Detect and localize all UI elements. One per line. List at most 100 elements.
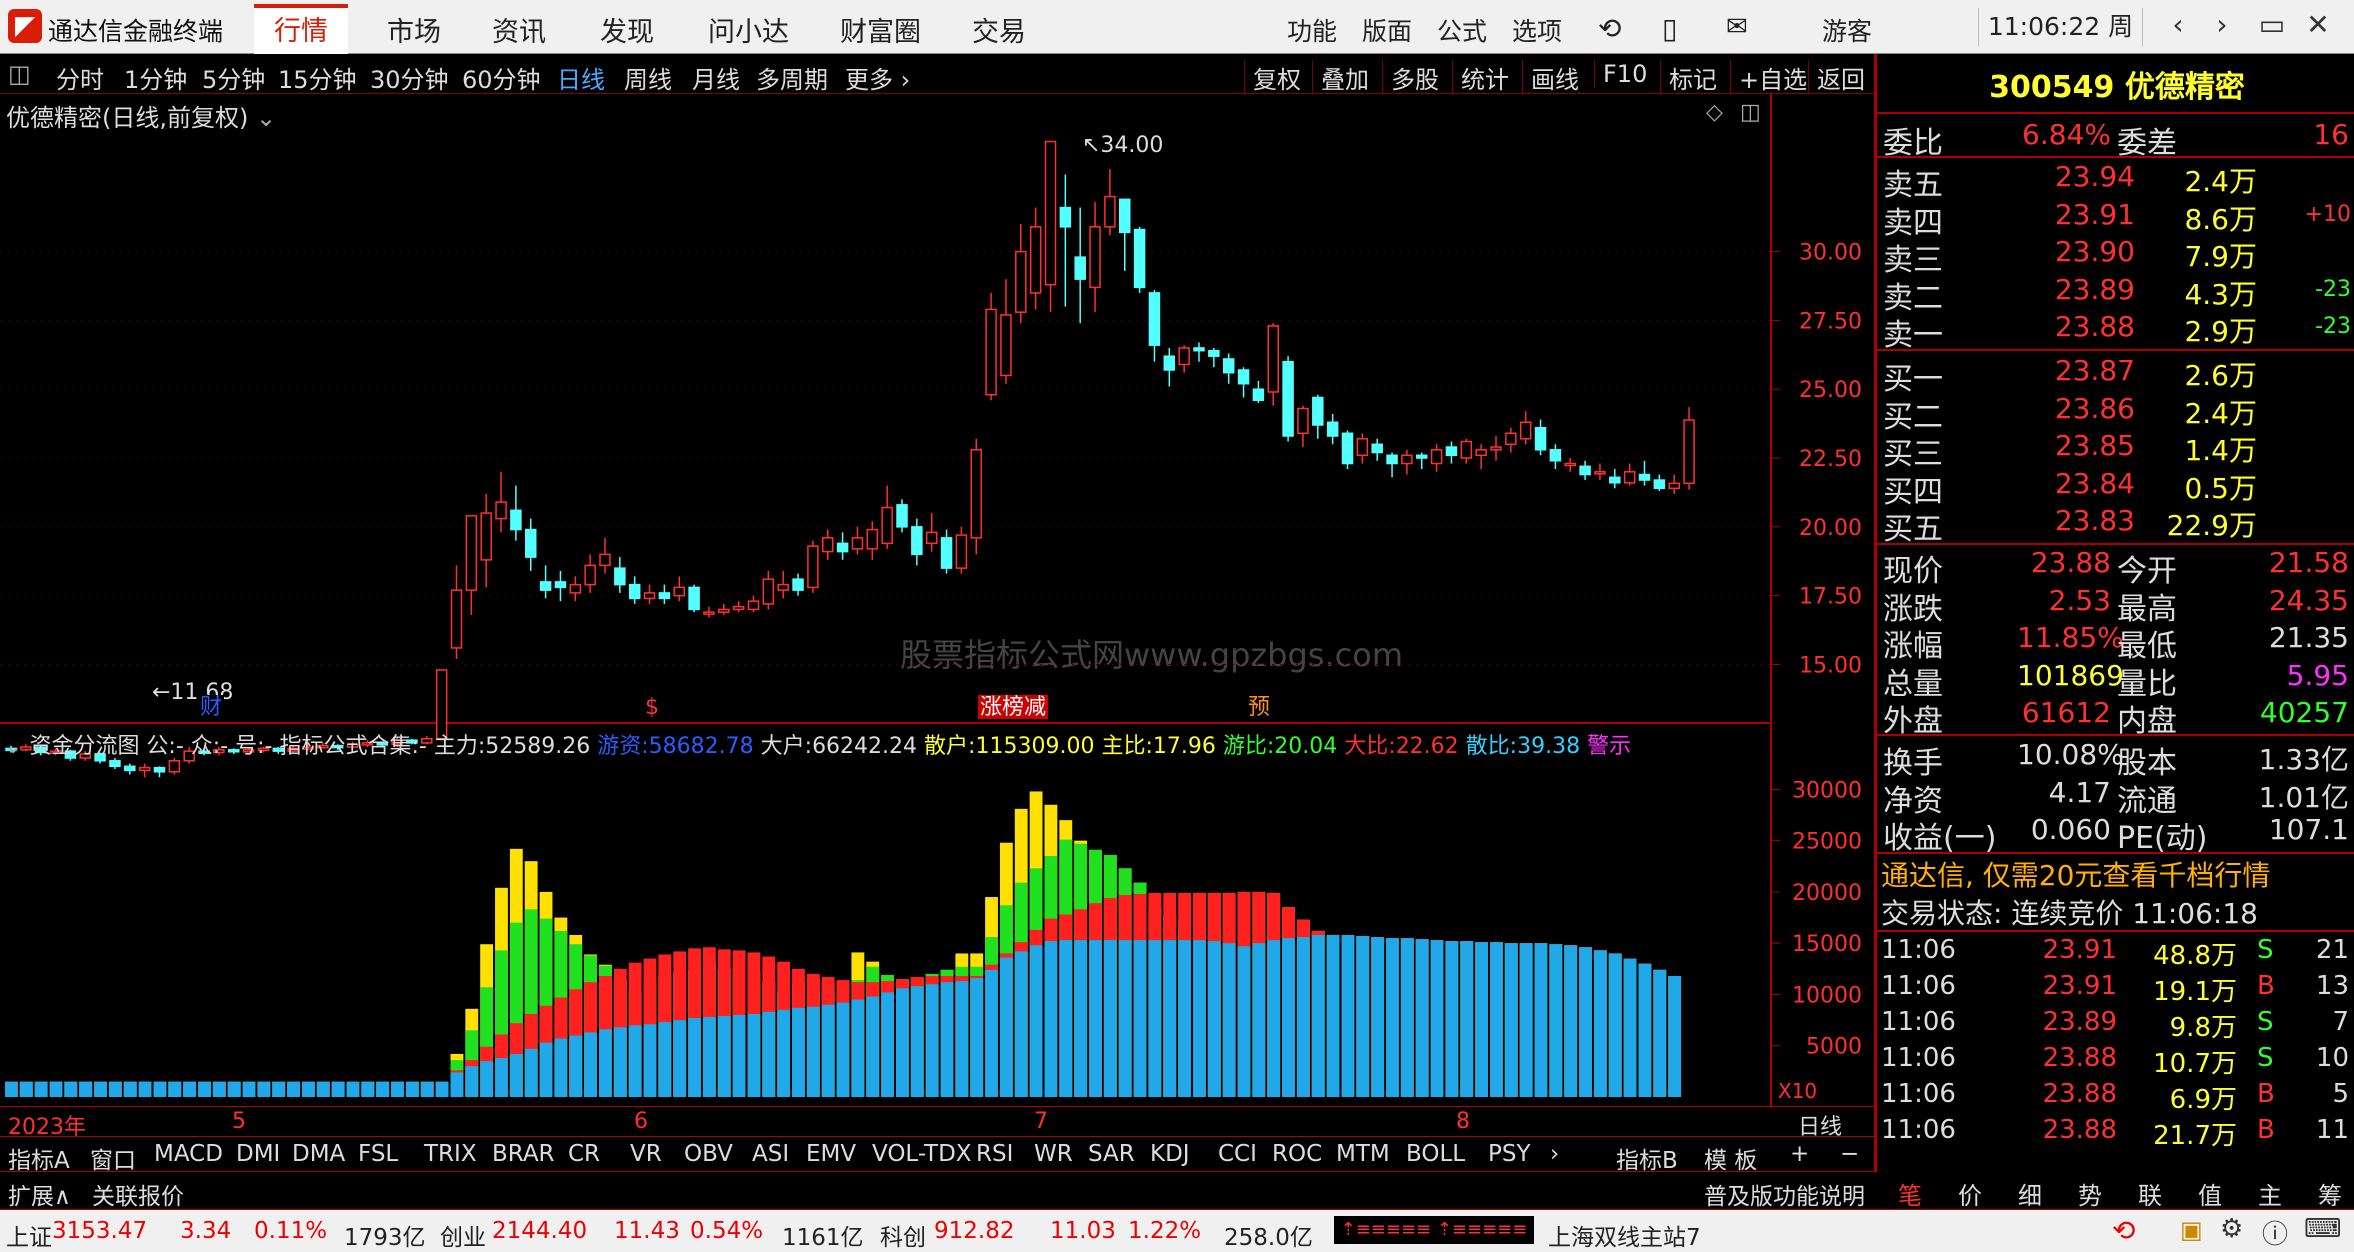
collapse-icon[interactable]: ⌄ — [4, 734, 22, 759]
candle-body[interactable] — [822, 537, 834, 553]
candle-body[interactable] — [1089, 226, 1101, 289]
return-button[interactable]: 返回 — [1808, 60, 1865, 95]
refresh-icon[interactable]: ⟲ — [1598, 12, 1621, 45]
menu-tab-quotes[interactable]: 行情 — [254, 4, 348, 54]
candle-body[interactable] — [703, 611, 715, 615]
period-30min[interactable]: 30分钟 — [370, 60, 449, 95]
period-1min[interactable]: 1分钟 — [124, 60, 187, 95]
candle-body[interactable] — [658, 592, 671, 600]
candle-body[interactable] — [1564, 462, 1576, 467]
popular-edition-button[interactable]: 普及版功能说明 — [1704, 1177, 1865, 1211]
candle-body[interactable] — [1416, 454, 1428, 459]
menu-formula[interactable]: 公式 — [1437, 12, 1487, 48]
candle-body[interactable] — [1371, 443, 1383, 454]
candle-body[interactable] — [584, 564, 596, 586]
candle-body[interactable] — [732, 605, 745, 611]
menu-tab-ask[interactable]: 问小达 — [708, 10, 789, 49]
candle-body[interactable] — [168, 760, 181, 773]
related-quotes-button[interactable]: 关联报价 — [92, 1177, 184, 1211]
forward-icon[interactable]: › — [2200, 8, 2244, 41]
close-icon[interactable]: ✕ — [2296, 8, 2340, 41]
candle-body[interactable] — [1445, 446, 1458, 457]
guest-user[interactable]: 游客 — [1822, 12, 1872, 48]
candle-body[interactable] — [1668, 482, 1680, 490]
candle-body[interactable] — [925, 531, 938, 545]
candle-body[interactable] — [1549, 449, 1562, 462]
candle-body[interactable] — [643, 592, 656, 600]
settings-icon[interactable]: ⚙ — [2220, 1214, 2243, 1244]
candle-body[interactable] — [1222, 358, 1235, 374]
candle-body[interactable] — [153, 766, 166, 773]
candle-body[interactable] — [1312, 396, 1324, 426]
candle-body[interactable] — [688, 586, 700, 611]
candle-body[interactable] — [1638, 473, 1651, 481]
f10-button[interactable]: F10 — [1594, 60, 1647, 88]
candle-body[interactable] — [911, 526, 923, 556]
candle-body[interactable] — [1356, 438, 1369, 457]
candle-body[interactable] — [1148, 292, 1161, 346]
adjust-button[interactable]: 复权 — [1244, 60, 1301, 95]
candle-body[interactable] — [450, 589, 463, 649]
quote-tab-0[interactable]: 笔 — [1886, 1176, 1934, 1213]
candle-body[interactable] — [1000, 314, 1012, 377]
candle-body[interactable] — [866, 528, 879, 550]
candle-body[interactable] — [940, 537, 953, 569]
candle-body[interactable] — [777, 583, 789, 591]
period-daily[interactable]: 日线 — [557, 60, 605, 95]
candle-body[interactable] — [1029, 226, 1042, 294]
candle-body[interactable] — [510, 509, 522, 531]
candle-body[interactable] — [881, 506, 893, 545]
candle-body[interactable] — [569, 583, 582, 594]
quote-tab-1[interactable]: 价 — [1946, 1176, 1994, 1211]
server-name[interactable]: 上海双线主站7 — [1548, 1218, 1701, 1252]
candle-body[interactable] — [1609, 476, 1621, 484]
candle-body[interactable] — [1490, 446, 1502, 451]
period-15min[interactable]: 15分钟 — [278, 60, 357, 95]
indicator-tab-5[interactable]: FSL — [358, 1141, 398, 1167]
menu-tab-wealth[interactable]: 财富圈 — [840, 10, 921, 49]
indicator-tab-15[interactable]: WR — [1034, 1141, 1073, 1167]
candle-body[interactable] — [955, 534, 968, 569]
candle-body[interactable] — [554, 581, 567, 589]
candle-body[interactable] — [718, 608, 730, 613]
phone-icon[interactable]: ▯ — [1662, 12, 1677, 45]
candle-body[interactable] — [1475, 449, 1487, 457]
overlay-button[interactable]: 叠加 — [1312, 60, 1369, 95]
candle-body[interactable] — [1133, 228, 1146, 289]
indicator-tab-19[interactable]: ROC — [1272, 1141, 1322, 1167]
stats-button[interactable]: 统计 — [1452, 60, 1509, 95]
candle-body[interactable] — [1163, 355, 1176, 371]
period-multi[interactable]: 多周期 — [756, 60, 828, 95]
indicator-tab-0[interactable]: 指标A — [8, 1141, 70, 1175]
candle-body[interactable] — [807, 545, 819, 589]
candle-body[interactable] — [1401, 454, 1413, 465]
indicator-tab-17[interactable]: KDJ — [1150, 1141, 1190, 1167]
event-marker[interactable]: $ — [645, 695, 659, 720]
candle-body[interactable] — [1519, 421, 1532, 440]
indicator-tab-27[interactable]: − — [1840, 1141, 1859, 1167]
candle-body[interactable] — [1341, 432, 1354, 465]
candle-body[interactable] — [1534, 427, 1547, 451]
indicator-tab-6[interactable]: TRIX — [424, 1141, 477, 1167]
candle-body[interactable] — [628, 583, 641, 600]
menu-tab-trade[interactable]: 交易 — [972, 10, 1026, 49]
indicator-tab-22[interactable]: PSY — [1488, 1141, 1531, 1167]
quote-tab-6[interactable]: 主 — [2246, 1176, 2294, 1211]
quote-tab-5[interactable]: 值 — [2186, 1176, 2234, 1211]
lock-icon[interactable]: ▣ — [2180, 1216, 2203, 1244]
candle-body[interactable] — [1044, 140, 1057, 286]
indicator-tab-25[interactable]: 模 板 — [1704, 1141, 1757, 1175]
candle-body[interactable] — [1683, 419, 1695, 485]
candle-body[interactable] — [109, 760, 121, 768]
menu-tab-news[interactable]: 资讯 — [492, 10, 546, 49]
indicator-tab-4[interactable]: DMA — [292, 1141, 345, 1167]
candle-body[interactable] — [1653, 479, 1666, 490]
period-intraday[interactable]: 分时 — [56, 60, 104, 95]
indicator-tab-13[interactable]: VOL-TDX — [872, 1141, 972, 1167]
add-watchlist-button[interactable]: +自选 — [1730, 60, 1807, 95]
indicator-tab-20[interactable]: MTM — [1336, 1141, 1390, 1167]
candle-body[interactable] — [1193, 347, 1205, 352]
mail-icon[interactable]: ✉ — [1726, 12, 1748, 42]
indicator-tab-3[interactable]: DMI — [236, 1141, 280, 1167]
back-icon[interactable]: ‹ — [2156, 8, 2200, 41]
